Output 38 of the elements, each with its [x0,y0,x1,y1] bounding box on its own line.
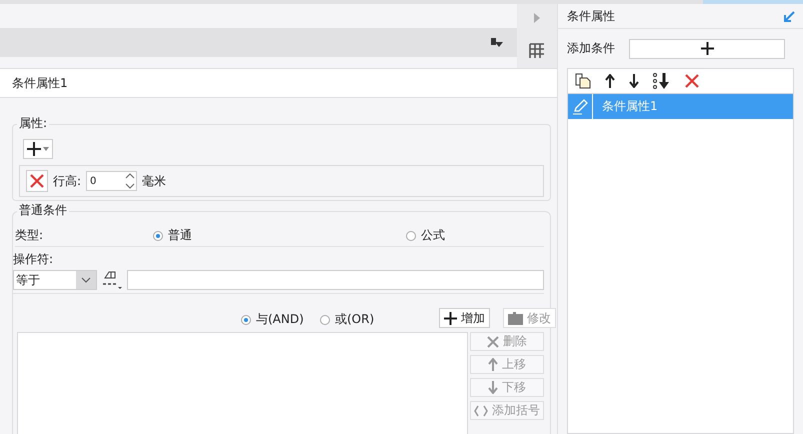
plus-icon [444,312,457,324]
type-label: 类型: [15,227,44,244]
caret-icon [43,147,49,151]
down-arrow-icon [488,381,498,394]
delete-icon[interactable] [685,74,699,88]
unit-label: 毫米 [142,172,166,190]
chevron-down-icon [81,277,91,283]
up-arrow-icon[interactable] [605,74,615,88]
plus-icon [27,142,41,156]
down-arrow-icon[interactable] [629,74,639,88]
grid-icon[interactable] [529,43,545,59]
text-type-icon[interactable] [101,270,123,290]
remove-button[interactable] [26,170,48,192]
dropdown-icon[interactable] [491,38,503,48]
plus-icon [700,42,714,55]
up-arrow-icon [488,358,498,371]
field-label: 行高: [53,172,82,190]
join-radio[interactable]: 或(OR) [320,311,374,328]
join-radio[interactable]: 与(AND) [241,311,304,328]
number-spinner[interactable]: 0 [86,171,138,191]
panel-title: 条件属性 [567,8,615,24]
operator-select[interactable]: 等于 [13,270,97,290]
collapse-arrow-icon[interactable] [784,10,795,22]
add-dropdown-button[interactable] [23,139,53,159]
type-radio[interactable]: 普通 [153,227,192,244]
value-input[interactable] [127,270,544,290]
copy-icon[interactable] [575,73,591,89]
section-legend: 普通条件 [17,202,69,219]
section-legend: 属性: [17,115,50,132]
type-radio[interactable]: 公式 [406,227,445,244]
editor-title: 条件属性1 [12,74,68,92]
operator-label: 操作符: [13,250,54,268]
pencil-icon [572,98,588,114]
close-icon [487,336,499,348]
brackets-icon [474,404,488,416]
add-condition-label: 添加条件 [567,40,615,57]
action-button[interactable]: 增加 [439,308,490,328]
move-bottom-icon[interactable] [653,73,671,89]
